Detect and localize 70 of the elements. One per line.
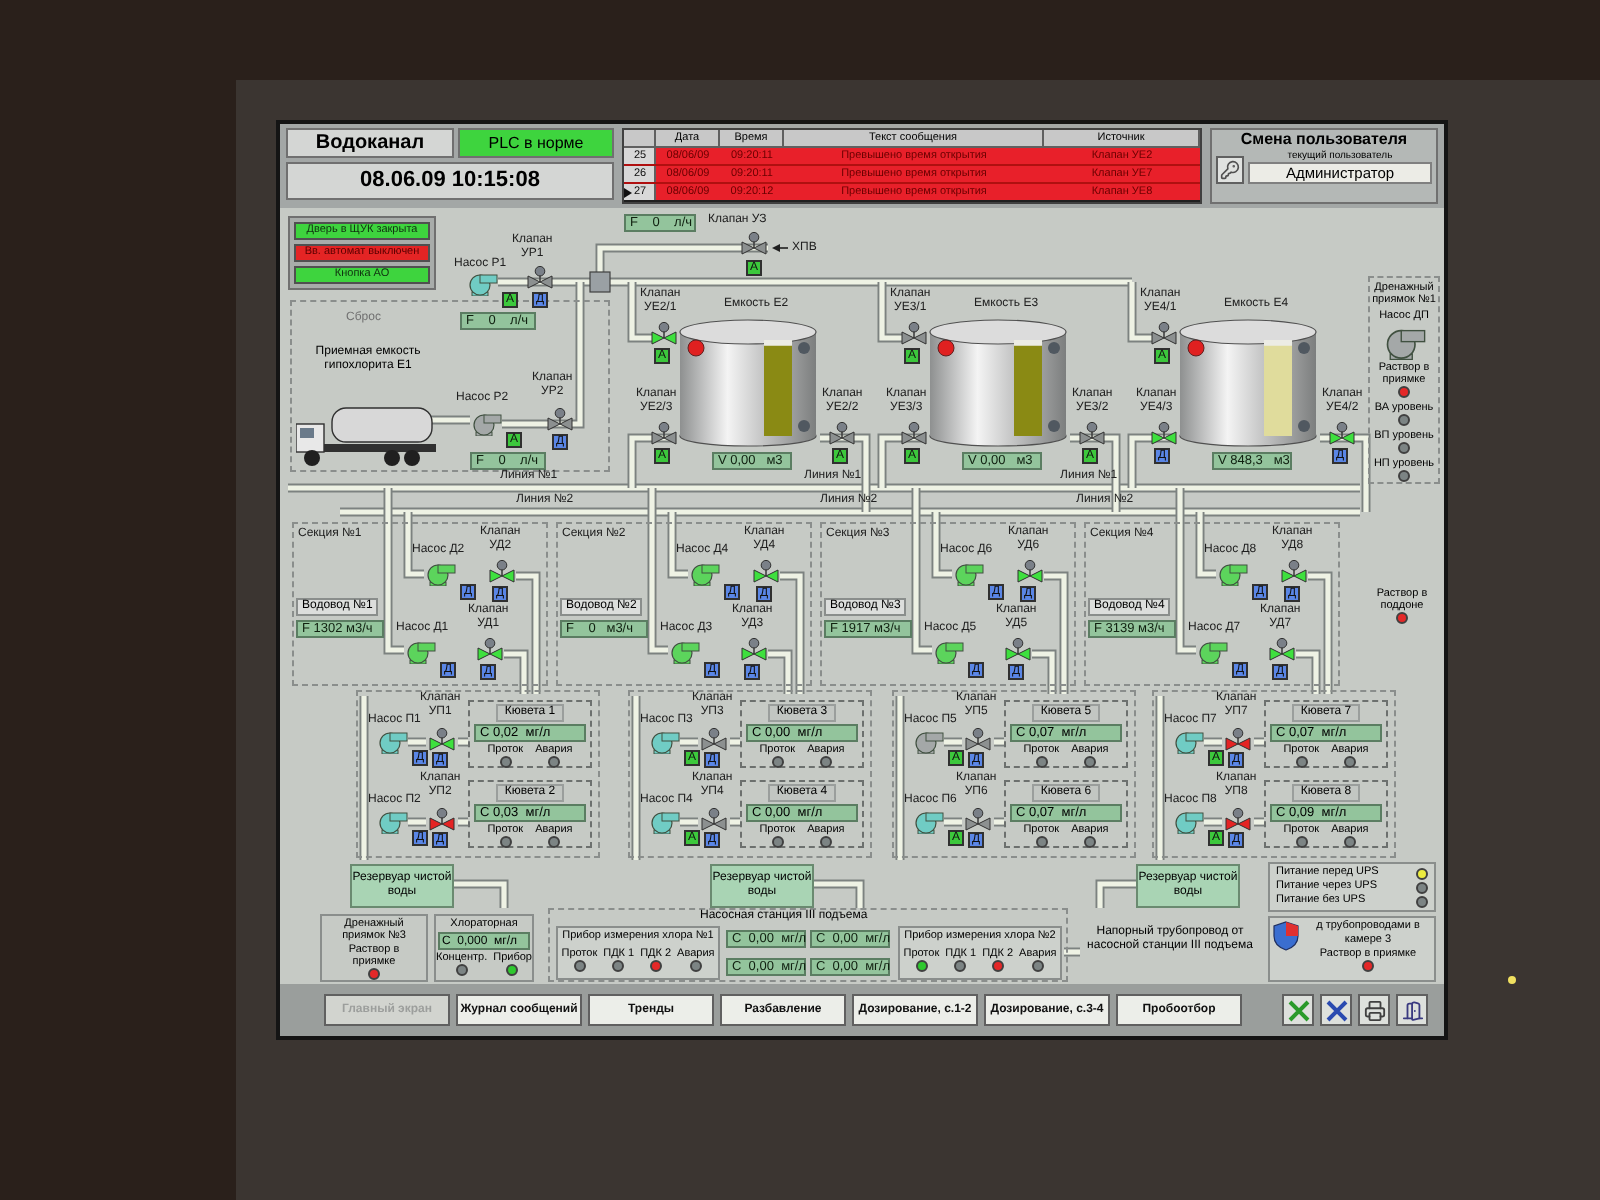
pump-icon[interactable] xyxy=(932,640,964,664)
door-icon xyxy=(1401,999,1423,1021)
valve-icon[interactable] xyxy=(740,232,768,256)
valve-icon[interactable] xyxy=(964,808,992,832)
power-led-icon xyxy=(1508,976,1516,984)
pump-icon[interactable] xyxy=(424,562,456,586)
valve-icon[interactable] xyxy=(546,408,574,432)
print-button[interactable] xyxy=(1358,994,1390,1026)
printer-icon xyxy=(1363,999,1385,1021)
toolbar-button[interactable] xyxy=(1320,994,1352,1026)
pump-icon[interactable] xyxy=(404,640,436,664)
valve-icon[interactable] xyxy=(740,638,768,662)
pump-icon[interactable] xyxy=(470,412,502,436)
pump-icon[interactable] xyxy=(952,562,984,586)
cross-icon xyxy=(1287,999,1309,1021)
pipe xyxy=(428,415,470,425)
date-time: 08.06.09 10:15:08 xyxy=(286,162,614,200)
pump-icon[interactable] xyxy=(648,730,680,754)
valve-icon[interactable] xyxy=(1224,808,1252,832)
pump-icon[interactable] xyxy=(1216,562,1248,586)
valve-icon[interactable] xyxy=(1280,560,1308,584)
valve-icon[interactable] xyxy=(828,422,856,446)
valve-icon[interactable] xyxy=(428,808,456,832)
valve-icon[interactable] xyxy=(964,728,992,752)
user-panel-title: Смена пользователя xyxy=(1240,130,1408,150)
plc-status: PLC в норме xyxy=(458,128,614,158)
pump-icon[interactable] xyxy=(376,730,408,754)
pump-icon[interactable] xyxy=(1196,640,1228,664)
valve-icon[interactable] xyxy=(1328,422,1356,446)
valve-icon[interactable] xyxy=(488,560,516,584)
valve-icon[interactable] xyxy=(1268,638,1296,662)
valve-icon[interactable] xyxy=(650,322,678,346)
pump-icon[interactable] xyxy=(912,810,944,834)
pump-icon[interactable] xyxy=(668,640,700,664)
pipe xyxy=(814,879,865,908)
app-title: Водоканал xyxy=(286,128,454,158)
pump-icon[interactable] xyxy=(688,562,720,586)
valve-icon[interactable] xyxy=(700,728,728,752)
pump-icon[interactable] xyxy=(1382,326,1426,360)
valve-icon[interactable] xyxy=(650,422,678,446)
valve-icon[interactable] xyxy=(1150,422,1178,446)
pipe xyxy=(454,879,509,908)
valve-icon[interactable] xyxy=(900,422,928,446)
valve-icon[interactable] xyxy=(752,560,780,584)
valve-icon[interactable] xyxy=(1004,638,1032,662)
valve-icon[interactable] xyxy=(900,322,928,346)
valve-icon[interactable] xyxy=(476,638,504,662)
pump-icon[interactable] xyxy=(648,810,680,834)
valve-icon[interactable] xyxy=(1224,728,1252,752)
shield-icon xyxy=(1272,920,1300,952)
row-pointer-icon xyxy=(624,187,632,197)
cross-icon xyxy=(1325,999,1347,1021)
pump-icon[interactable] xyxy=(912,730,944,754)
pump-icon[interactable] xyxy=(466,272,498,296)
toolbar-button[interactable] xyxy=(1282,994,1314,1026)
valve-icon[interactable] xyxy=(428,728,456,752)
pump-icon[interactable] xyxy=(1172,810,1204,834)
exit-button[interactable] xyxy=(1396,994,1428,1026)
inlet-arrow-icon xyxy=(772,244,788,252)
pipe xyxy=(1095,879,1136,908)
key-icon xyxy=(1220,160,1240,180)
valve-icon[interactable] xyxy=(1150,322,1178,346)
pump-icon[interactable] xyxy=(1172,730,1204,754)
valve-icon[interactable] xyxy=(526,266,554,290)
junction-icon xyxy=(589,271,611,293)
pump-icon[interactable] xyxy=(376,810,408,834)
valve-icon[interactable] xyxy=(1016,560,1044,584)
change-user-button[interactable] xyxy=(1216,156,1244,184)
valve-icon[interactable] xyxy=(1078,422,1106,446)
valve-icon[interactable] xyxy=(700,808,728,832)
